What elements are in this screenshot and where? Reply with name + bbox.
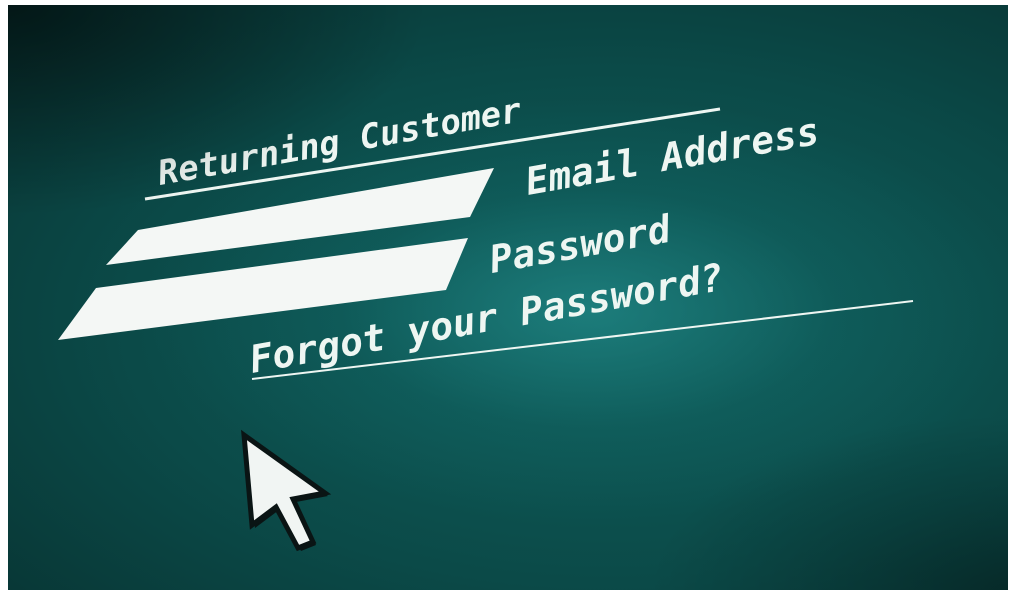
- screen: Returning Customer Email Address Passwor…: [8, 5, 1008, 590]
- email-label: Email Address: [522, 109, 823, 204]
- arrow-pointer-icon: [241, 429, 332, 552]
- login-panel: Returning Customer Email Address Passwor…: [58, 90, 914, 552]
